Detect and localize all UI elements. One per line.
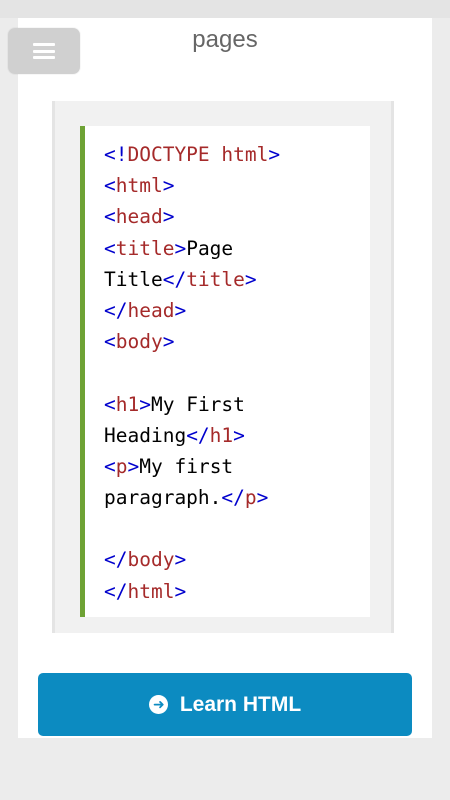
- code-tag-bracket: </: [104, 579, 128, 603]
- code-text: My First: [150, 392, 245, 416]
- code-tag-name: html: [115, 174, 163, 198]
- code-tag-name: h1: [115, 392, 140, 416]
- learn-html-label: Learn HTML: [179, 692, 302, 716]
- code-panel: <!DOCTYPE html> <html> <head> <title>Page Ti…: [80, 126, 370, 617]
- code-tag-bracket: >: [162, 330, 175, 354]
- code-text: Title: [104, 267, 163, 291]
- code-tag-bracket: <: [104, 392, 116, 416]
- code-line: </body>: [104, 544, 370, 575]
- code-tag-bracket: >: [174, 548, 187, 572]
- code-tag-bracket: >: [162, 205, 175, 229]
- code-line: <head>: [104, 201, 370, 232]
- code-tag-name: html: [127, 579, 175, 603]
- code-tag-bracket: <: [104, 330, 116, 354]
- code-line: </html>: [104, 576, 370, 607]
- code-text: Heading: [104, 423, 187, 447]
- code-tag-bracket: <: [104, 174, 116, 198]
- code-text: paragraph.: [104, 486, 222, 510]
- code-tag-name: p: [244, 486, 257, 510]
- code-tag-name: title: [186, 267, 245, 291]
- code-tag-bracket: <: [104, 236, 116, 260]
- code-tag-bracket: >: [256, 486, 269, 510]
- code-tag-bracket: <: [104, 454, 116, 478]
- code-tag-bracket: >: [244, 267, 257, 291]
- code-tag-name: head: [115, 205, 163, 229]
- code-tag-name: head: [127, 298, 175, 322]
- code-tag-bracket: </: [186, 423, 210, 447]
- learn-html-button[interactable]: ➜ Learn HTML: [38, 673, 412, 736]
- code-line: <h1>My First: [104, 389, 370, 420]
- code-tag-bracket: </: [104, 548, 128, 572]
- code-line: </head>: [104, 295, 370, 326]
- code-tag-bracket: >: [174, 298, 187, 322]
- code-tag-bracket: <: [104, 205, 116, 229]
- code-tag-name: body: [127, 548, 175, 572]
- code-line: <p>My first: [104, 451, 370, 482]
- code-tag-bracket: </: [104, 298, 128, 322]
- top-strip: [0, 0, 450, 18]
- code-tag-bracket: >: [162, 174, 175, 198]
- code-tag-name: h1: [209, 423, 234, 447]
- code-tag-bracket: </: [221, 486, 245, 510]
- code-tag-bracket: >: [268, 143, 281, 166]
- code-line: Heading</h1>: [104, 420, 370, 451]
- code-text: My first: [139, 454, 234, 478]
- code-tag-bracket: >: [139, 392, 151, 416]
- menu-button[interactable]: [8, 28, 80, 74]
- code-tag-bracket: >: [127, 454, 140, 478]
- code-tag-bracket: <!: [104, 143, 128, 166]
- code-line: paragraph.</p>: [104, 482, 370, 513]
- circle-arrow-right-icon: ➜: [148, 695, 168, 714]
- code-tag-bracket: </: [162, 267, 187, 291]
- code-tag-bracket: >: [174, 236, 187, 260]
- code-tag-name: title: [115, 236, 175, 260]
- code-tag-bracket: >: [174, 579, 187, 603]
- code-example-box: <!DOCTYPE html> <html> <head> <title>Page Ti…: [52, 101, 394, 633]
- code-tag-name: p: [115, 454, 128, 478]
- code-line: Title</title>: [104, 264, 370, 295]
- code-tag-name: body: [115, 330, 163, 354]
- code-text: Page: [186, 236, 234, 260]
- code-line: <body>: [104, 326, 370, 357]
- code-tag-name: DOCTYPE html: [127, 143, 269, 166]
- code-tag-bracket: >: [233, 423, 245, 447]
- code-line: <title>Page: [104, 233, 370, 264]
- code-line: <!DOCTYPE html>: [104, 139, 370, 170]
- code-line: <html>: [104, 170, 370, 201]
- hamburger-menu-icon: [33, 43, 55, 59]
- page-content: <!DOCTYPE html> <html> <head> <title>Page Ti…: [18, 18, 432, 738]
